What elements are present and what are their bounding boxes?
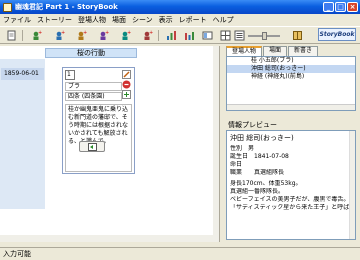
menu-file[interactable]: ファイル — [3, 15, 31, 25]
scene-location-field[interactable]: 四条 (四条園) — [65, 92, 122, 101]
menu-locations[interactable]: 場面 — [112, 15, 126, 25]
delete-icon[interactable] — [122, 80, 131, 89]
menu-view[interactable]: 表示 — [159, 15, 173, 25]
menu-reports[interactable]: レポート — [179, 15, 207, 25]
add-chapter-icon[interactable]: + — [96, 29, 111, 42]
add-scene-icon[interactable]: + — [74, 29, 89, 42]
zoom-slider-thumb[interactable] — [262, 32, 267, 40]
add-location-icon[interactable]: + — [52, 29, 67, 42]
menu-help[interactable]: ヘルプ — [213, 15, 234, 25]
preview-description: 真選組一番隊隊長。 — [230, 188, 285, 195]
file-icon[interactable] — [4, 29, 19, 42]
chapter-number[interactable]: 1 — [65, 70, 75, 80]
grid-icon[interactable] — [218, 29, 233, 42]
column-header[interactable]: 桜の行動 — [45, 48, 137, 58]
character-list: 桂 小五郎(ブラ) 沖田 総司(おっきー) 神経 (神経丸)(前島) — [226, 56, 356, 111]
status-bar: 入力可能 — [0, 247, 360, 260]
scene-card-actions — [122, 70, 132, 100]
svg-text:+: + — [127, 30, 131, 36]
date-cell: 1859-06-01 — [1, 68, 44, 80]
tab-characters[interactable]: 登場人物 — [226, 46, 263, 56]
horizontal-scrollbar[interactable] — [227, 104, 355, 110]
add-part-icon[interactable]: + — [118, 29, 133, 42]
tab-locations[interactable]: 場面 — [263, 46, 288, 56]
menu-story[interactable]: ストーリー — [37, 15, 72, 25]
svg-text:+: + — [149, 30, 153, 36]
minimize-button[interactable]: _ — [323, 2, 334, 12]
window-title: 幽魂君記 Part 1 - StoryBook — [15, 3, 118, 11]
tab-bar: 登場人物 場面 新書き — [226, 46, 319, 56]
vertical-scrollbar[interactable] — [213, 46, 219, 242]
preview-description: ベビーフェイスの美男子だが、腹黒で毒舌。 — [230, 196, 350, 203]
right-panel: 登場人物 場面 新書き 桂 小五郎(ブラ) 沖田 総司(おっきー) 神経 (神経… — [224, 46, 360, 242]
svg-text:+: + — [105, 30, 109, 36]
horizontal-scrollbar[interactable] — [0, 235, 213, 242]
tab-notes[interactable]: 新書き — [288, 46, 319, 56]
edit-icon[interactable] — [122, 70, 131, 79]
preview-line: 誕生日 1841-07-08 — [230, 153, 289, 160]
zoom-slider[interactable] — [248, 32, 280, 40]
title-bar: 幽魂君記 Part 1 - StoryBook _ □ × — [0, 0, 360, 14]
add-scene-button[interactable] — [79, 141, 105, 152]
preview-line: 職業 真選組隊長 — [230, 169, 285, 176]
add-tag-icon[interactable]: + — [140, 29, 155, 42]
preview-label: 情報プレビュー — [228, 121, 277, 129]
timeline-pane: 桜の行動 1859-06-01 1 ブラ 四条 (四条園) 桂か幽鬼亜鬼に乗り込… — [0, 46, 220, 242]
preview-line: 性別 男 — [230, 145, 255, 152]
scene-text[interactable]: 桂か幽鬼亜鬼に乗り込む新門道の藩邸で、そう時期には根据されないかされても解放され… — [65, 104, 132, 172]
list-item[interactable]: 沖田 総司(おっきー) — [227, 65, 355, 73]
app-icon — [3, 2, 12, 12]
view-icon[interactable] — [200, 29, 215, 42]
list-item[interactable]: 桂 小五郎(ブラ) — [227, 57, 355, 65]
maximize-button[interactable]: □ — [335, 2, 346, 12]
svg-text:+: + — [61, 30, 65, 36]
list-item[interactable]: 神経 (神経丸)(前島) — [227, 73, 355, 81]
preview-line: 命日 — [230, 161, 243, 168]
chart-icon[interactable] — [164, 29, 179, 42]
menu-bar: ファイル ストーリー 登場人物 場面 シーン 表示 レポート ヘルプ — [0, 14, 360, 25]
list-icon[interactable] — [232, 29, 247, 42]
storybook-logo: StoryBook — [318, 28, 356, 41]
date-gutter — [0, 59, 45, 209]
preview-name: 沖田 総司(おっきー) — [230, 134, 294, 142]
close-button[interactable]: × — [347, 2, 358, 12]
add-person-icon[interactable]: + — [29, 29, 44, 42]
menu-characters[interactable]: 登場人物 — [78, 15, 106, 25]
info-preview: 沖田 総司(おっきー) 性別 男 誕生日 1841-07-08 命日 職業 真選… — [226, 130, 356, 240]
preview-description: 「サディスティック星から来た王子」と呼ばれる性格のドS。 — [230, 204, 352, 211]
toolbar: + + + + + + — [0, 26, 360, 44]
scene-person-field[interactable]: ブラ — [65, 82, 122, 91]
preview-description: 身長170cm、体重53kg。 — [230, 180, 302, 187]
new-icon[interactable] — [122, 90, 131, 99]
add-icon — [87, 142, 97, 151]
vertical-scrollbar[interactable] — [349, 131, 355, 239]
svg-text:+: + — [83, 30, 87, 36]
book-icon[interactable] — [290, 29, 305, 42]
chart-icon[interactable] — [182, 29, 197, 42]
scene-card[interactable]: 1 ブラ 四条 (四条園) 桂か幽鬼亜鬼に乗り込む新門道の藩邸で、そう時期には根… — [62, 67, 135, 174]
menu-scenes[interactable]: シーン — [132, 15, 153, 25]
svg-text:+: + — [38, 30, 42, 36]
